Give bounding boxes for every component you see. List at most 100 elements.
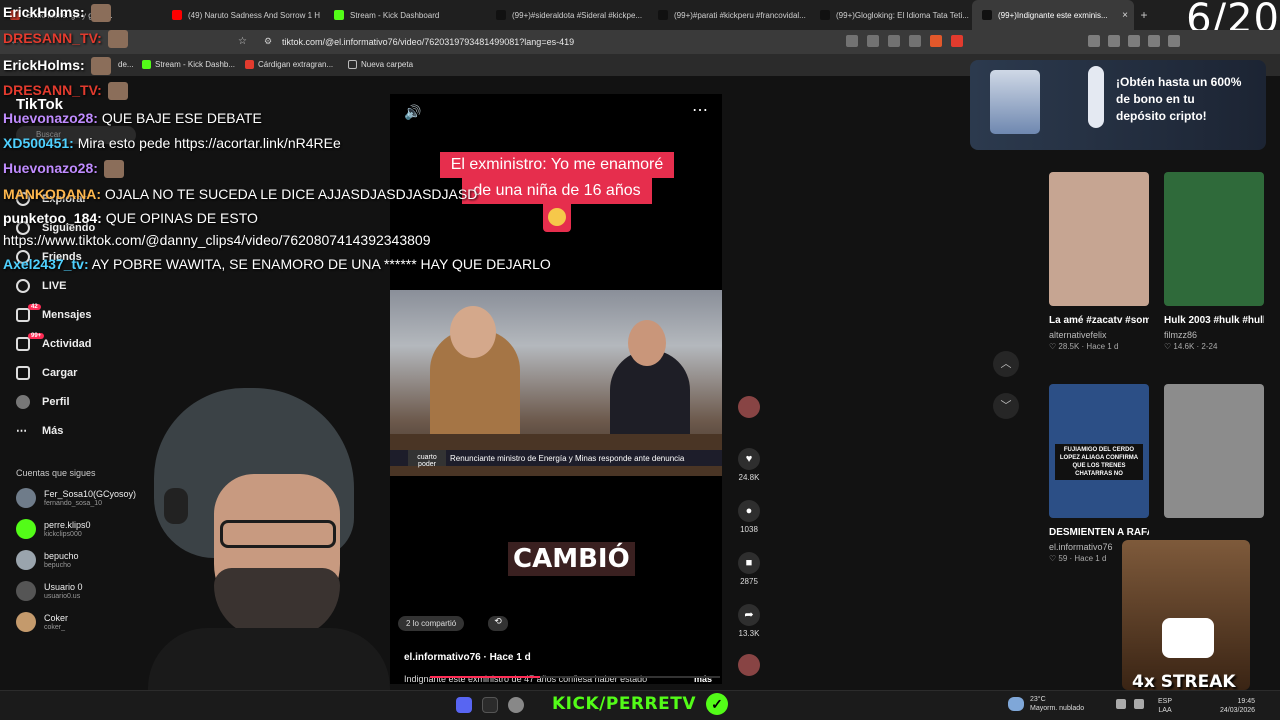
- card-author: alternativefelix: [1049, 330, 1107, 340]
- repost-icon[interactable]: ⟲: [488, 616, 508, 631]
- bookmark-item-cardigan[interactable]: Cárdigan extragran...: [245, 60, 333, 69]
- browser-tab[interactable]: (99+)Glogloking: El Idioma Tata Teti...: [810, 0, 972, 30]
- language-indicator[interactable]: ESP LAA: [1158, 697, 1172, 715]
- related-video-card[interactable]: FUJIAMIGO DEL CERDO LOPEZ ALIAGA CONFIRM…: [1049, 384, 1149, 563]
- browser-tab[interactable]: (49) Naruto Sadness And Sorrow 1 H: [162, 0, 324, 30]
- video-player[interactable]: 🔊 ⋯ El exministro: Yo me enamoré de una …: [390, 94, 722, 684]
- bookmark-folder[interactable]: Nueva carpeta: [348, 60, 413, 69]
- video-author[interactable]: el.informativo76 · Hace 1 d: [404, 652, 531, 663]
- nav-live[interactable]: LIVE: [16, 279, 66, 293]
- tab-favicon-icon: [172, 10, 182, 20]
- brave-rewards-icon[interactable]: [951, 35, 963, 47]
- nav-label: Cargar: [42, 367, 78, 379]
- brave-shield-icon[interactable]: [930, 35, 942, 47]
- avatar: [16, 550, 36, 570]
- following-account[interactable]: Fer_Sosa10(GCyosoy) fernando_sosa_10: [16, 488, 136, 508]
- related-video-card[interactable]: Hulk 2003 #hulk #hulk2003... filmzz86 ♡ 14…: [1164, 172, 1264, 351]
- browser-tab[interactable]: (99+)#parati #kickperu #francovidal...: [648, 0, 810, 30]
- tab-title: (99+)#sideraldota #Sideral #kickpe...: [512, 10, 643, 20]
- video-thumbnail: [1164, 384, 1264, 518]
- account-info: bepucho bepucho: [44, 551, 79, 570]
- account-name: Fer_Sosa10(GCyosoy): [44, 488, 137, 499]
- comment-button[interactable]: ● 1038: [734, 500, 764, 534]
- like-button[interactable]: ♥ 24.8K: [734, 448, 764, 482]
- related-video-card[interactable]: [1164, 384, 1264, 527]
- nav-explore[interactable]: Explorar: [16, 192, 87, 206]
- site-settings-icon[interactable]: ⚙: [264, 36, 272, 47]
- tab-favicon-icon: [820, 10, 830, 20]
- translate-icon[interactable]: [846, 35, 858, 47]
- music-disc-button[interactable]: [734, 654, 764, 676]
- account-handle: bepucho: [44, 561, 71, 569]
- nav-label: Más: [42, 424, 64, 437]
- tiktok-logo[interactable]: TikTok: [16, 96, 63, 113]
- share-button[interactable]: ➦ 13.3K: [734, 604, 764, 638]
- close-tab-icon[interactable]: ×: [1122, 10, 1128, 21]
- video-progress-bar[interactable]: [430, 676, 720, 678]
- bookmark-star-icon[interactable]: ☆: [238, 36, 247, 47]
- following-account[interactable]: bepucho bepucho: [16, 550, 79, 570]
- bookmark-icon: ■: [738, 552, 760, 574]
- terminal-icon[interactable]: [482, 697, 498, 713]
- author-avatar-button[interactable]: [734, 396, 764, 418]
- chevron-up-icon[interactable]: [1116, 699, 1126, 709]
- back-icon[interactable]: ←: [10, 36, 20, 47]
- more-options-icon[interactable]: ⋯: [692, 100, 708, 120]
- address-actions: [846, 35, 963, 47]
- browser-tab[interactable]: (99+)#sideraldota #Sideral #kickpe...: [486, 0, 648, 30]
- previous-video-icon[interactable]: ︿: [993, 351, 1019, 377]
- glasses: [220, 520, 336, 548]
- new-tab-button[interactable]: +: [1134, 8, 1154, 22]
- following-account[interactable]: Coker coker_: [16, 612, 68, 632]
- tab-favicon-icon: [334, 10, 344, 20]
- nav-following[interactable]: Siguiendo: [16, 221, 95, 235]
- puzzle-icon[interactable]: [1108, 35, 1120, 47]
- avatar: [16, 519, 36, 539]
- account-name: Usuario 0: [44, 581, 83, 592]
- url-input[interactable]: tiktok.com/@el.informativo76/video/76203…: [282, 37, 574, 47]
- system-clock[interactable]: 19:45 24/03/2026: [1220, 697, 1255, 715]
- browser-tab[interactable]: (99+)Indignante este exminis... ×: [972, 0, 1134, 30]
- cast-icon[interactable]: [867, 35, 879, 47]
- promo-text: ¡Obtén hasta un 600% de bono en tu depós…: [1116, 75, 1242, 123]
- nav-profile[interactable]: Perfil: [16, 395, 70, 409]
- promo-banner[interactable]: ¡Obtén hasta un 600% de bono en tu depós…: [970, 60, 1266, 150]
- bookmark-item-kick[interactable]: Stream - Kick Dashb...: [142, 60, 235, 69]
- related-video-card[interactable]: La amé #zacatv #somosloqueso... alternati…: [1049, 172, 1149, 351]
- messages-badge: 42: [28, 304, 41, 310]
- following-account[interactable]: Usuario 0 usuario0.us: [16, 581, 83, 601]
- mic-icon[interactable]: [1134, 699, 1144, 709]
- friends-icon: [16, 250, 30, 264]
- following-account[interactable]: perre.klips0 kickclips000: [16, 519, 91, 539]
- volume-icon[interactable]: 🔊: [404, 104, 421, 121]
- install-icon[interactable]: [888, 35, 900, 47]
- chrome-icon[interactable]: [508, 697, 524, 713]
- favorite-button[interactable]: ■ 2875: [734, 552, 764, 586]
- browser-tab[interactable]: ErickHolms: ga y gana...: [0, 0, 162, 30]
- card-author: filmzz86: [1164, 330, 1198, 340]
- wallet-icon[interactable]: [1128, 35, 1140, 47]
- extension-icon[interactable]: [1088, 35, 1100, 47]
- search-input[interactable]: Buscar: [16, 126, 136, 144]
- nav-more[interactable]: ⋯ Más: [16, 424, 64, 438]
- nav-activity[interactable]: 99+ Actividad: [16, 333, 92, 351]
- next-video-icon[interactable]: ﹀: [993, 393, 1019, 419]
- weather-widget[interactable]: 23°C Mayorm. nublado: [1008, 695, 1084, 713]
- more-icon: ⋯: [16, 425, 27, 437]
- share-icon[interactable]: [909, 35, 921, 47]
- flushed-emoji-icon: [543, 204, 571, 232]
- nav-upload[interactable]: Cargar: [16, 366, 77, 380]
- browser-tab[interactable]: Stream - Kick Dashboard: [324, 0, 486, 30]
- discord-icon[interactable]: [456, 697, 472, 713]
- sidebar-toggle-icon[interactable]: [1168, 35, 1180, 47]
- card-title: La amé #zacatv #somosloqueso...: [1049, 315, 1149, 326]
- shared-badge[interactable]: 2 lo compartió: [398, 616, 465, 631]
- following-title: Cuentas que sigues: [16, 468, 96, 478]
- media-icon[interactable]: [1148, 35, 1160, 47]
- video-thumbnail: FUJIAMIGO DEL CERDO LOPEZ ALIAGA CONFIRM…: [1049, 384, 1149, 518]
- tab-title: (99+)Glogloking: El Idioma Tata Teti...: [836, 10, 969, 20]
- video-top-caption: El exministro: Yo me enamoré de una niña…: [410, 152, 704, 237]
- nav-messages[interactable]: 42 Mensajes: [16, 304, 92, 322]
- nav-friends[interactable]: Friends: [16, 250, 82, 264]
- bookmark-prefix[interactable]: de...: [118, 60, 134, 69]
